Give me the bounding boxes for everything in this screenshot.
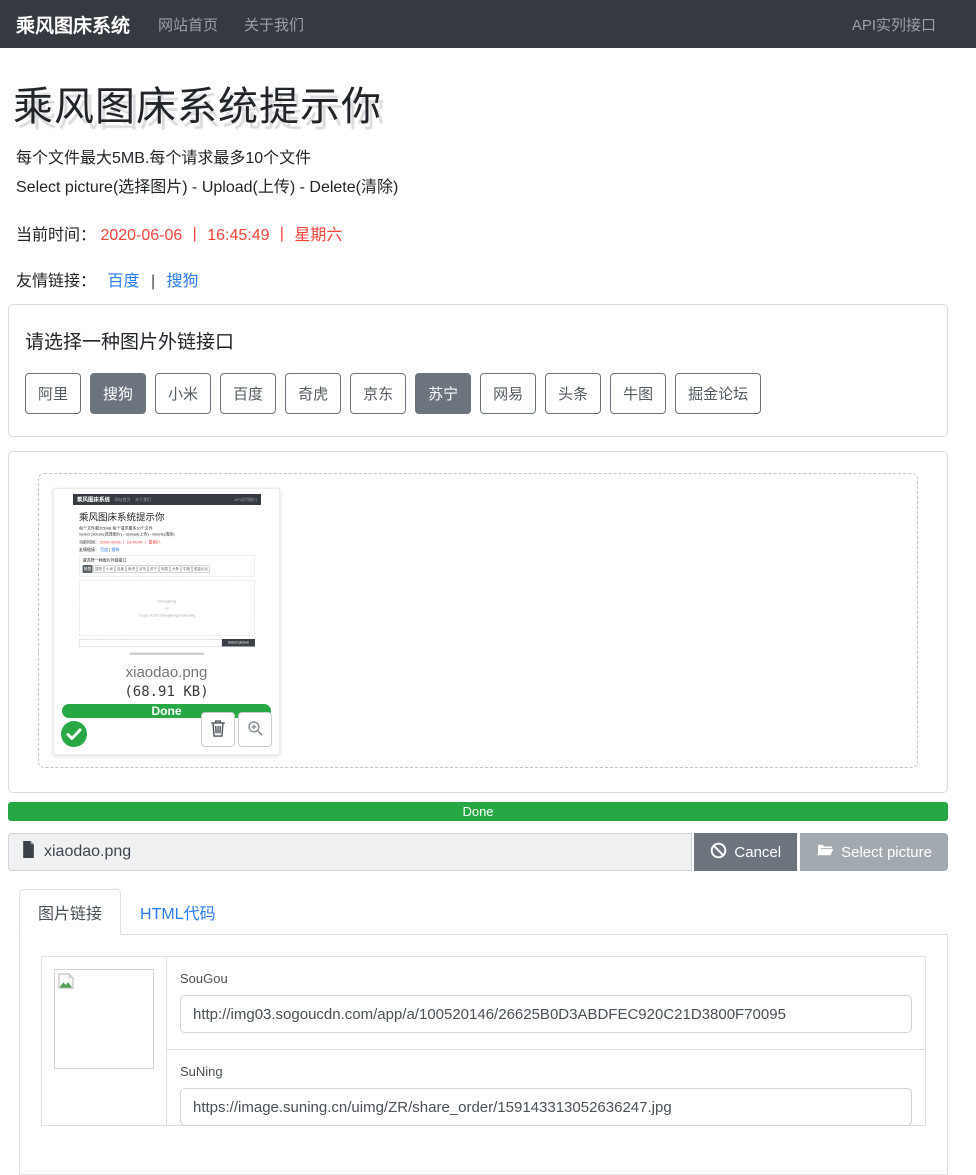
tab-content: SouGou SuNing xyxy=(19,935,948,1175)
check-icon xyxy=(61,721,87,747)
upload-panel: 乘风图床系统 网站首页 关于我们 API实列接口 乘风图床系统提示你 每个文件最… xyxy=(8,451,948,793)
field-label-suning: SuNing xyxy=(180,1064,912,1079)
api-button-jingdong[interactable]: 京东 xyxy=(350,373,406,414)
instructions-text: Select picture(选择图片) - Upload(上传) - Dele… xyxy=(8,173,948,197)
page-container: 乘风图床系统提示你 每个文件最大5MB.每个请求最多10个文件 Select p… xyxy=(8,74,948,1175)
field-label-sougou: SouGou xyxy=(180,971,912,986)
dropzone[interactable]: 乘风图床系统 网站首页 关于我们 API实列接口 乘风图床系统提示你 每个文件最… xyxy=(38,473,918,768)
preview-filesize: (68.91 KB) xyxy=(54,684,279,700)
navbar: 乘风图床系统 网站首页 关于我们 API实列接口 xyxy=(0,0,976,48)
navbar-brand[interactable]: 乘风图床系统 xyxy=(16,11,130,38)
nav-link-api[interactable]: API实列接口 xyxy=(852,14,936,35)
preview-thumbnail-content: 乘风图床系统 网站首页 关于我们 API实列接口 乘风图床系统提示你 每个文件最… xyxy=(73,494,261,657)
api-select-panel: 请选择一种图片外链接口 阿里 搜狗 小米 百度 奇虎 京东 苏宁 网易 头条 牛… xyxy=(8,304,948,437)
preview-filename: xiaodao.png xyxy=(54,664,279,681)
api-button-suning[interactable]: 苏宁 xyxy=(415,373,471,414)
result-box: SouGou SuNing xyxy=(41,956,926,1126)
result-fields: SouGou SuNing xyxy=(167,957,925,1125)
field-suning: SuNing xyxy=(167,1049,925,1142)
result-thumbnail-cell xyxy=(42,957,167,1125)
select-picture-button[interactable]: Select picture xyxy=(800,833,948,871)
url-input-sougou[interactable] xyxy=(180,995,912,1033)
api-button-sogou[interactable]: 搜狗 xyxy=(90,373,146,414)
api-button-baidu[interactable]: 百度 xyxy=(220,373,276,414)
api-button-juejin[interactable]: 掘金论坛 xyxy=(675,373,761,414)
delete-button[interactable] xyxy=(201,712,235,747)
api-panel-title: 请选择一种图片外链接口 xyxy=(25,327,931,354)
current-time-label: 当前时间： xyxy=(16,227,96,244)
cancel-button[interactable]: Cancel xyxy=(694,833,797,871)
file-input[interactable]: xiaodao.png xyxy=(8,833,692,871)
preview-thumbnail[interactable]: 乘风图床系统 网站首页 关于我们 API实列接口 乘风图床系统提示你 每个文件最… xyxy=(73,494,261,657)
nav-link-about[interactable]: 关于我们 xyxy=(244,14,304,35)
preview-actions xyxy=(61,712,272,747)
ban-icon xyxy=(710,842,727,863)
mini-dropzone: chengfeng or Copy 2020 chengfengxuchuang xyxy=(79,580,255,636)
api-button-toutiao[interactable]: 头条 xyxy=(545,373,601,414)
trash-icon xyxy=(210,719,226,740)
friend-link-baidu[interactable]: 百度 xyxy=(107,273,139,290)
folder-open-icon xyxy=(816,843,834,861)
nav-link-home[interactable]: 网站首页 xyxy=(158,14,218,35)
friend-links-separator: | xyxy=(151,273,155,290)
friend-links-row: 友情链接： 百度 | 搜狗 xyxy=(8,267,948,291)
api-button-wangyi[interactable]: 网易 xyxy=(480,373,536,414)
tab-image-links[interactable]: 图片链接 xyxy=(19,889,121,935)
result-thumbnail xyxy=(54,969,154,1069)
file-input-value: xiaodao.png xyxy=(44,843,131,861)
preview-card: 乘风图床系统 网站首页 关于我们 API实列接口 乘风图床系统提示你 每个文件最… xyxy=(53,488,280,755)
cancel-button-label: Cancel xyxy=(734,844,781,861)
upload-progress-bar: Done xyxy=(8,802,948,821)
api-button-xiaomi[interactable]: 小米 xyxy=(155,373,211,414)
api-button-row: 阿里 搜狗 小米 百度 奇虎 京东 苏宁 网易 头条 牛图 掘金论坛 xyxy=(25,373,931,414)
tab-html-code[interactable]: HTML代码 xyxy=(121,889,235,935)
upload-progress-label: Done xyxy=(462,804,493,819)
api-button-ali[interactable]: 阿里 xyxy=(25,373,81,414)
zoom-in-icon xyxy=(247,720,264,740)
friend-links-label: 友情链接： xyxy=(16,273,96,290)
file-input-group: xiaodao.png Cancel Select picture xyxy=(8,833,948,871)
page-title: 乘风图床系统提示你 xyxy=(8,74,948,132)
url-input-suning[interactable] xyxy=(180,1088,912,1126)
file-icon xyxy=(22,841,35,863)
field-sougou: SouGou xyxy=(167,957,925,1049)
mini-navbar: 乘风图床系统 网站首页 关于我们 API实列接口 xyxy=(73,494,261,505)
select-picture-label: Select picture xyxy=(841,844,932,861)
broken-image-icon xyxy=(58,976,74,993)
current-time-value: 2020-06-06 丨 16:45:49 丨 星期六 xyxy=(100,227,342,244)
results-section: 图片链接 HTML代码 SouGou xyxy=(19,889,948,1175)
zoom-button[interactable] xyxy=(238,712,272,747)
upload-limit-text: 每个文件最大5MB.每个请求最多10个文件 xyxy=(8,144,948,168)
tab-bar: 图片链接 HTML代码 xyxy=(19,889,948,935)
api-button-qihu[interactable]: 奇虎 xyxy=(285,373,341,414)
api-button-niutu[interactable]: 牛图 xyxy=(610,373,666,414)
friend-link-sogou[interactable]: 搜狗 xyxy=(167,273,199,290)
current-time-row: 当前时间： 2020-06-06 丨 16:45:49 丨 星期六 xyxy=(8,221,948,245)
